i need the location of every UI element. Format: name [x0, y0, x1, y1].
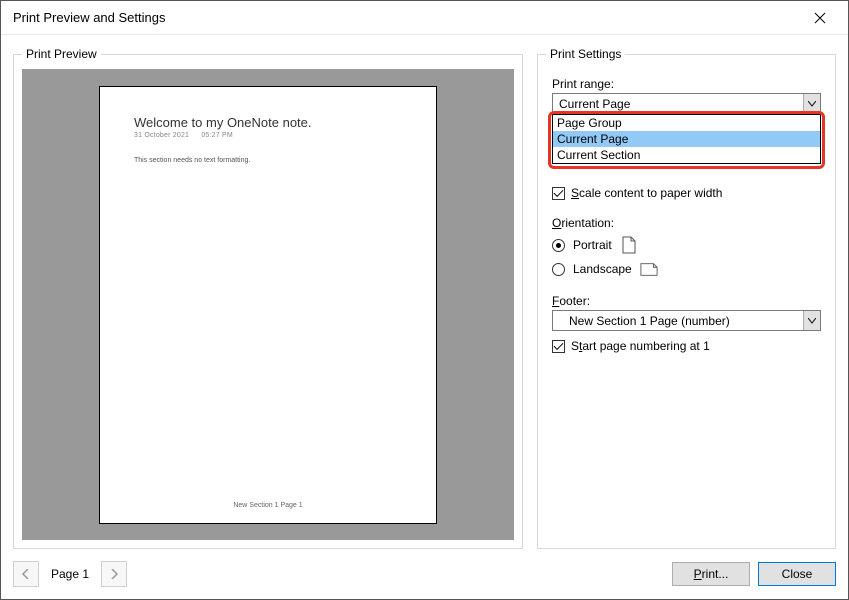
- print-preview-legend: Print Preview: [22, 47, 101, 61]
- start-numbering-checkbox[interactable]: [552, 340, 565, 353]
- start-numbering-label: Start page numbering at 1: [571, 339, 710, 353]
- print-range-label: Print range:: [552, 77, 821, 91]
- preview-page: Welcome to my OneNote note. 31 October 2…: [99, 86, 437, 524]
- scale-checkbox[interactable]: [552, 187, 565, 200]
- page-body: This section needs no text formatting.: [134, 157, 402, 164]
- page-indicator: Page 1: [51, 567, 89, 581]
- print-preview-group: Print Preview Welcome to my OneNote note…: [13, 47, 523, 549]
- print-settings-legend: Print Settings: [546, 47, 625, 61]
- dialog-window: Print Preview and Settings Print Preview…: [0, 0, 849, 600]
- print-range-option-page-group[interactable]: Page Group: [553, 115, 820, 131]
- scale-checkbox-row[interactable]: Scale content to paper width: [552, 186, 821, 200]
- window-title: Print Preview and Settings: [13, 10, 800, 25]
- landscape-radio[interactable]: [552, 263, 565, 276]
- portrait-label: Portrait: [573, 238, 612, 252]
- portrait-page-icon: [620, 236, 638, 254]
- landscape-page-icon: [640, 260, 658, 278]
- page-footer: New Section 1 Page 1: [100, 502, 436, 509]
- close-button[interactable]: Close: [758, 562, 836, 586]
- portrait-radio[interactable]: [552, 239, 565, 252]
- landscape-radio-row[interactable]: Landscape: [552, 260, 821, 278]
- settings-inner: Print range: Current Page Page Group Cur…: [546, 69, 827, 357]
- footer-combo[interactable]: New Section 1 Page (number): [552, 310, 821, 331]
- print-range-combo[interactable]: Current Page Page Group Current Page Cur…: [552, 93, 821, 114]
- page-date: 31 October 2021: [134, 132, 189, 139]
- chevron-down-icon[interactable]: [803, 311, 820, 330]
- print-range-value: Current Page: [553, 97, 803, 111]
- close-icon[interactable]: [800, 3, 840, 33]
- print-settings-group: Print Settings Print range: Current Page…: [537, 47, 836, 549]
- print-button[interactable]: Print...: [672, 562, 750, 586]
- page-title: Welcome to my OneNote note.: [134, 115, 402, 130]
- page-time: 05:27 PM: [201, 132, 233, 139]
- scale-label: Scale content to paper width: [571, 186, 722, 200]
- chevron-down-icon[interactable]: [803, 94, 820, 113]
- print-range-dropdown: Page Group Current Page Current Section: [552, 114, 821, 164]
- orientation-label: Orientation:: [552, 216, 821, 230]
- print-range-option-current-page[interactable]: Current Page: [553, 131, 820, 147]
- footer-value: New Section 1 Page (number): [553, 314, 803, 328]
- landscape-label: Landscape: [573, 262, 632, 276]
- start-numbering-row[interactable]: Start page numbering at 1: [552, 339, 821, 353]
- next-page-button[interactable]: [101, 561, 127, 587]
- prev-page-button[interactable]: [13, 561, 39, 587]
- content-area: Print Preview Welcome to my OneNote note…: [1, 35, 848, 549]
- page-meta: 31 October 2021 05:27 PM: [134, 132, 402, 139]
- portrait-radio-row[interactable]: Portrait: [552, 236, 821, 254]
- titlebar: Print Preview and Settings: [1, 1, 848, 35]
- bottom-bar: Page 1 Print... Close: [1, 549, 848, 599]
- preview-canvas: Welcome to my OneNote note. 31 October 2…: [22, 69, 514, 540]
- footer-label: Footer:: [552, 294, 821, 308]
- print-range-option-current-section[interactable]: Current Section: [553, 147, 820, 163]
